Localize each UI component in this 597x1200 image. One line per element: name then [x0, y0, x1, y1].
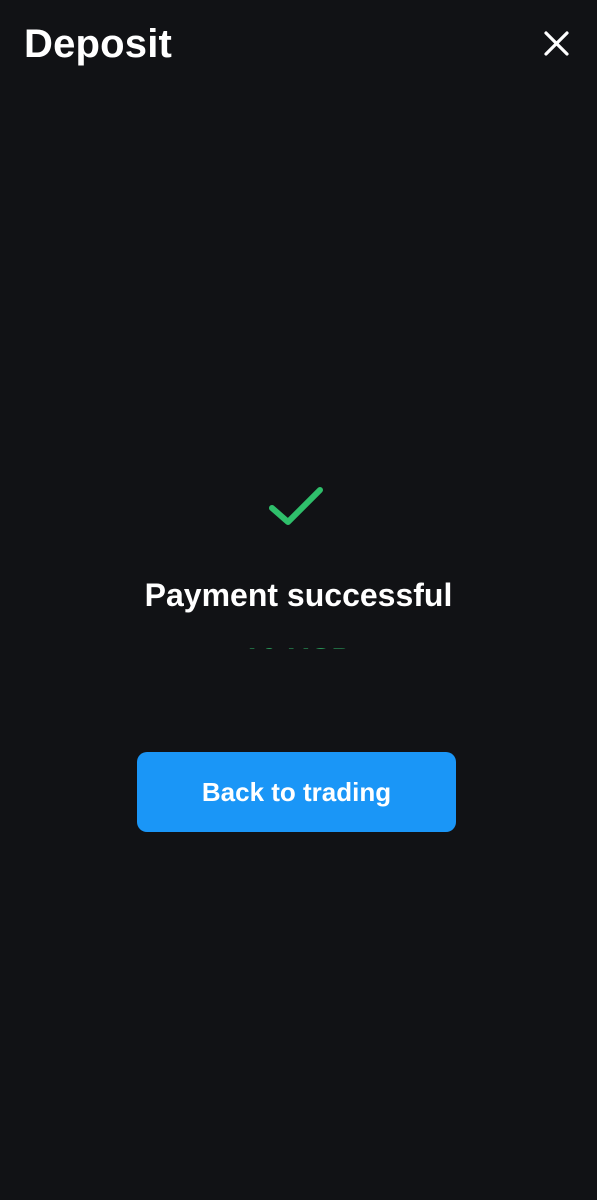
payment-status: Payment successful — [144, 577, 453, 613]
checkmark-icon — [269, 487, 323, 525]
close-button[interactable] — [536, 24, 576, 64]
amount-clip: 10 USD — [0, 640, 597, 649]
page-title: Deposit — [24, 22, 173, 66]
payment-amount: 10 USD — [0, 640, 597, 649]
back-to-trading-button[interactable]: Back to trading — [137, 752, 456, 832]
close-icon — [544, 31, 569, 56]
deposit-screen: Deposit Payment successful 10 USD Back t… — [0, 0, 597, 1200]
header: Deposit — [0, 0, 597, 90]
